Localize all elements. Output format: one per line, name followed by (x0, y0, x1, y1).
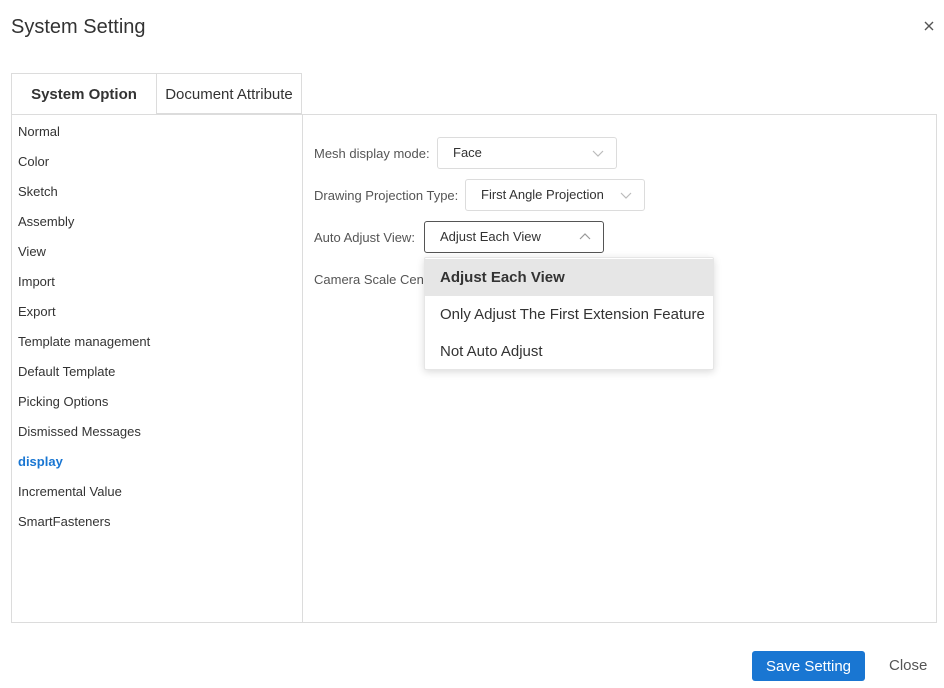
sidebar-item-sketch[interactable]: Sketch (18, 184, 58, 199)
chevron-down-icon (592, 150, 604, 157)
drawing-projection-select[interactable]: First Angle Projection (465, 179, 645, 211)
sidebar-item-view[interactable]: View (18, 244, 46, 259)
sidebar-item-incremental-value[interactable]: Incremental Value (18, 484, 122, 499)
save-setting-button[interactable]: Save Setting (752, 651, 865, 681)
option-not-auto-adjust[interactable]: Not Auto Adjust (425, 333, 713, 370)
mesh-display-label: Mesh display mode: (314, 146, 430, 161)
option-only-adjust-first-extension[interactable]: Only Adjust The First Extension Feature (425, 296, 713, 333)
sidebar-item-normal[interactable]: Normal (18, 124, 60, 139)
drawing-projection-label: Drawing Projection Type: (314, 188, 459, 203)
sidebar-item-smartfasteners[interactable]: SmartFasteners (18, 514, 110, 529)
mesh-display-select[interactable]: Face (437, 137, 617, 169)
drawing-projection-value: First Angle Projection (481, 187, 604, 202)
sidebar-item-import[interactable]: Import (18, 274, 55, 289)
sidebar-item-template-management[interactable]: Template management (18, 334, 150, 349)
sidebar-item-picking-options[interactable]: Picking Options (18, 394, 108, 409)
close-icon[interactable] (922, 19, 936, 33)
auto-adjust-dropdown: Adjust Each View Only Adjust The First E… (424, 257, 714, 370)
sidebar: Normal Color Sketch Assembly View Import… (12, 115, 303, 622)
dialog-title: System Setting (11, 16, 146, 38)
chevron-up-icon (579, 233, 591, 240)
chevron-down-icon (620, 192, 632, 199)
sidebar-item-default-template[interactable]: Default Template (18, 364, 115, 379)
sidebar-item-dismissed-messages[interactable]: Dismissed Messages (18, 424, 141, 439)
auto-adjust-label: Auto Adjust View: (314, 230, 415, 245)
tab-document-attribute[interactable]: Document Attribute (156, 73, 302, 114)
sidebar-item-assembly[interactable]: Assembly (18, 214, 74, 229)
sidebar-item-export[interactable]: Export (18, 304, 56, 319)
sidebar-item-display[interactable]: display (18, 454, 63, 469)
sidebar-item-color[interactable]: Color (18, 154, 49, 169)
auto-adjust-select[interactable]: Adjust Each View (424, 221, 604, 253)
tab-system-option[interactable]: System Option (11, 73, 157, 115)
close-button[interactable]: Close (889, 651, 927, 681)
camera-scale-label: Camera Scale Cente (314, 272, 435, 287)
auto-adjust-value: Adjust Each View (440, 229, 541, 244)
mesh-display-value: Face (453, 145, 482, 160)
option-adjust-each-view[interactable]: Adjust Each View (425, 259, 713, 296)
